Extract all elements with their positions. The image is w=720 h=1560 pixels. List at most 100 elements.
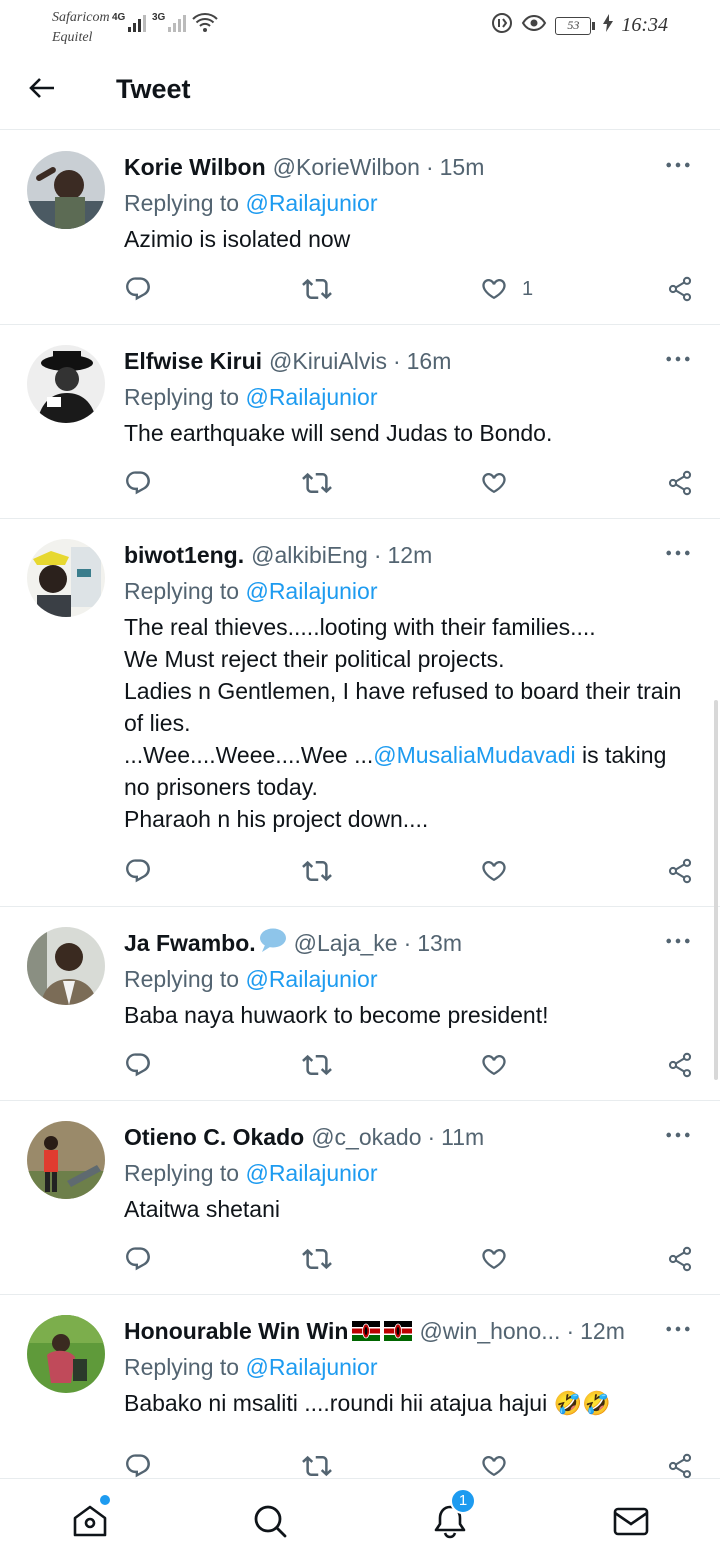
author-name[interactable]: biwot1eng.: [124, 542, 244, 569]
replying-prefix: Replying to: [124, 1354, 246, 1380]
author-handle[interactable]: @alkibiEng: [251, 542, 368, 569]
network-type-1: 4G: [112, 12, 126, 23]
carrier-labels: Safaricom Equitel: [52, 8, 110, 48]
more-options-button[interactable]: [664, 543, 692, 563]
reply-button[interactable]: [124, 1451, 152, 1481]
replying-to: Replying to @Railajunior: [124, 1157, 692, 1189]
like-button[interactable]: 1: [480, 274, 533, 304]
nav-search[interactable]: [250, 1501, 290, 1541]
avatar[interactable]: [27, 539, 105, 617]
author-name[interactable]: Otieno C. Okado: [124, 1124, 304, 1151]
signal-2-icon: 3G: [152, 12, 187, 32]
avatar[interactable]: [27, 927, 105, 1005]
like-button[interactable]: [480, 468, 508, 498]
more-icon: [665, 549, 691, 557]
retweet-button[interactable]: [302, 1050, 332, 1080]
author-name[interactable]: Elfwise Kirui: [124, 348, 262, 375]
avatar[interactable]: [27, 1121, 105, 1199]
reply-button[interactable]: [124, 856, 152, 886]
retweet-button[interactable]: [302, 274, 332, 304]
replying-prefix: Replying to: [124, 384, 246, 410]
tweet-actions: [124, 856, 694, 886]
reply-icon: [124, 275, 152, 303]
network-type-2: 3G: [152, 12, 166, 23]
replying-to-link[interactable]: @Railajunior: [245, 190, 377, 216]
avatar[interactable]: [27, 151, 105, 229]
like-button[interactable]: [480, 1050, 508, 1080]
author-handle[interactable]: @win_hono...: [419, 1318, 560, 1345]
replying-to-link[interactable]: @Railajunior: [245, 966, 377, 992]
replying-to-link[interactable]: @Railajunior: [245, 1160, 377, 1186]
share-button[interactable]: [666, 1451, 694, 1481]
tweet-time: 13m: [417, 929, 462, 956]
replying-prefix: Replying to: [124, 1160, 246, 1186]
mention-link[interactable]: @MusaliaMudavadi: [373, 742, 575, 768]
search-icon: [254, 1505, 287, 1538]
author-handle[interactable]: @c_okado: [311, 1124, 421, 1151]
nav-notifications[interactable]: 1: [430, 1488, 476, 1541]
author-name[interactable]: Korie Wilbon: [124, 154, 266, 181]
more-options-button[interactable]: [664, 931, 692, 951]
tweet[interactable]: Honourable Win Win @win_hono... · 12m Re…: [0, 1295, 720, 1489]
share-button[interactable]: [666, 468, 694, 498]
tweet[interactable]: Elfwise Kirui @KiruiAlvis · 16m Replying…: [0, 325, 720, 519]
retweet-button[interactable]: [302, 468, 332, 498]
reply-button[interactable]: [124, 274, 152, 304]
scrollbar[interactable]: [714, 700, 718, 1080]
page-title: Tweet: [116, 74, 191, 104]
more-options-button[interactable]: [664, 349, 692, 369]
author-name[interactable]: Honourable Win Win: [124, 1318, 348, 1345]
share-button[interactable]: [666, 274, 694, 304]
share-button[interactable]: [666, 856, 694, 886]
retweet-button[interactable]: [302, 1451, 332, 1481]
tweet-time: 16m: [406, 347, 452, 374]
tweet-text: Azimio is isolated now: [124, 226, 351, 252]
author-handle[interactable]: @KiruiAlvis: [269, 348, 387, 375]
bottom-nav: 1: [0, 1478, 720, 1560]
share-button[interactable]: [666, 1244, 694, 1274]
kenya-flag-icon: [352, 1321, 380, 1341]
like-button[interactable]: [480, 1451, 508, 1481]
nav-home[interactable]: [70, 1495, 110, 1541]
replying-to-link[interactable]: @Railajunior: [245, 578, 377, 604]
tweet[interactable]: biwot1eng. @alkibiEng · 12m Replying to …: [0, 519, 720, 907]
speech-bubble-emoji-icon: [259, 927, 287, 959]
retweet-button[interactable]: [302, 856, 332, 886]
like-button[interactable]: [480, 1244, 508, 1274]
heart-icon: [480, 1245, 508, 1273]
reply-button[interactable]: [124, 1050, 152, 1080]
tweet-actions: [124, 1451, 694, 1481]
nav-messages[interactable]: [611, 1501, 651, 1541]
avatar[interactable]: [27, 1315, 105, 1393]
more-options-button[interactable]: [664, 1319, 692, 1339]
charging-icon: [603, 14, 614, 37]
like-button[interactable]: [480, 856, 508, 886]
avatar[interactable]: [27, 345, 105, 423]
retweet-button[interactable]: [302, 1244, 332, 1274]
tweet[interactable]: Ja Fwambo. @Laja_ke · 13m Replying to @R…: [0, 907, 720, 1101]
tweet-actions: [124, 1050, 694, 1080]
replying-to-link[interactable]: @Railajunior: [245, 1354, 377, 1380]
replying-to: Replying to @Railajunior: [124, 575, 692, 607]
replying-prefix: Replying to: [124, 966, 246, 992]
retweet-icon: [302, 856, 332, 886]
reply-button[interactable]: [124, 468, 152, 498]
wifi-icon: [192, 12, 218, 39]
reply-icon: [124, 1051, 152, 1079]
tweet[interactable]: Korie Wilbon @KorieWilbon · 15m Replying…: [0, 131, 720, 325]
reply-icon: [124, 857, 152, 885]
tweet[interactable]: Otieno C. Okado @c_okado · 11m Replying …: [0, 1101, 720, 1295]
more-options-button[interactable]: [664, 155, 692, 175]
share-button[interactable]: [666, 1050, 694, 1080]
author-name[interactable]: Ja Fwambo.: [124, 930, 256, 957]
author-handle[interactable]: @KorieWilbon: [273, 154, 420, 181]
tweet-actions: [124, 468, 694, 498]
tweet-actions: 1: [124, 274, 694, 304]
more-options-button[interactable]: [664, 1125, 692, 1145]
reply-button[interactable]: [124, 1244, 152, 1274]
author-handle[interactable]: @Laja_ke: [294, 930, 398, 957]
reply-feed[interactable]: Korie Wilbon @KorieWilbon · 15m Replying…: [0, 131, 720, 1489]
back-button[interactable]: [26, 72, 58, 104]
replying-to-link[interactable]: @Railajunior: [245, 384, 377, 410]
kenya-flag-icon: [384, 1321, 412, 1341]
